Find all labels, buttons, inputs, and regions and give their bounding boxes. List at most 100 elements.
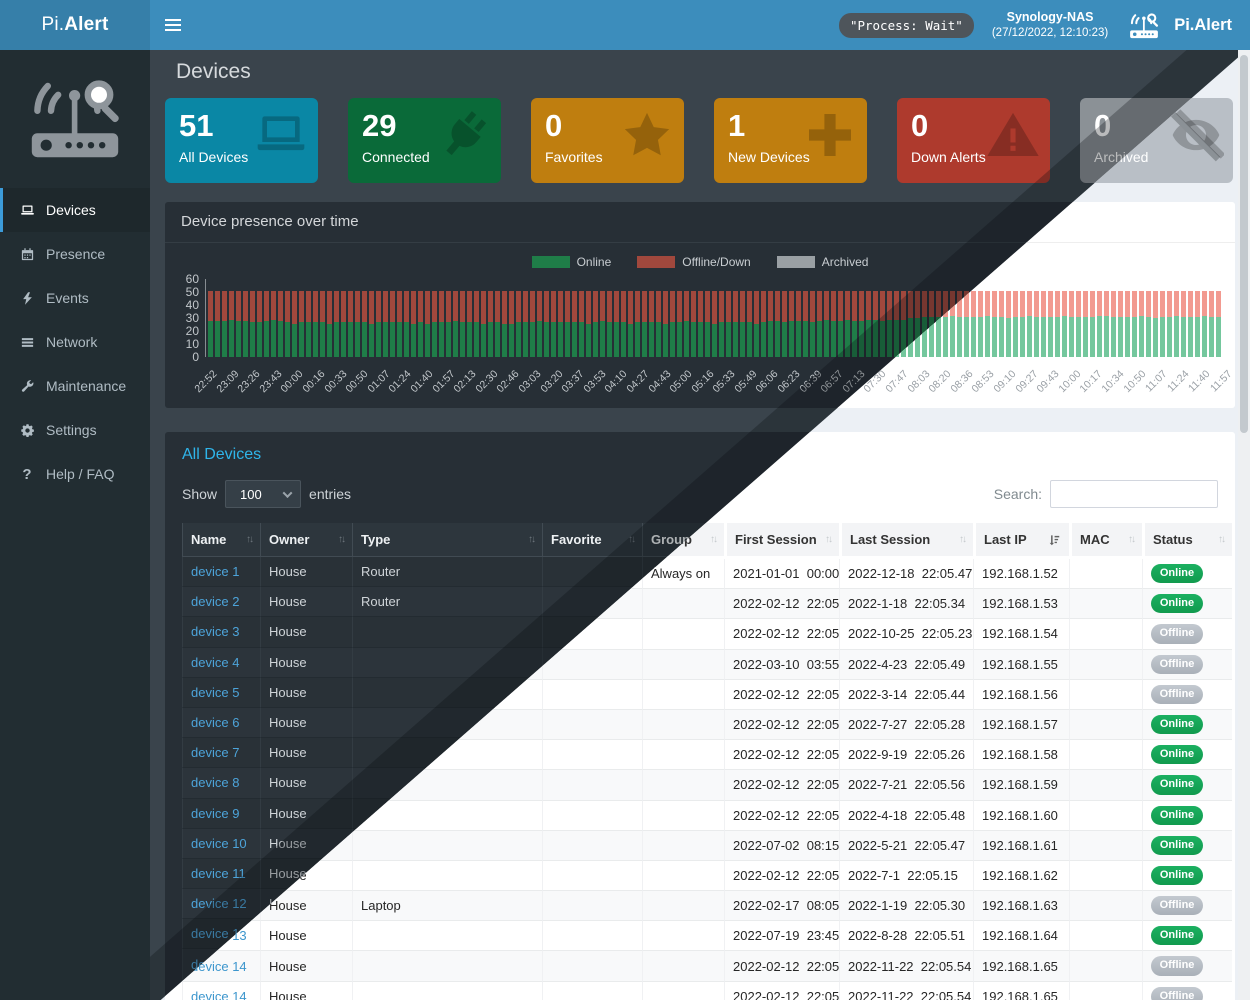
page-length-control: Show 100 entries	[182, 480, 351, 508]
chart-bar-offline-segment	[432, 291, 437, 322]
y-axis-tick: 20	[165, 324, 199, 338]
device-link[interactable]: device 9	[191, 806, 239, 821]
sidebar-item-help-faq[interactable]: ?Help / FAQ	[0, 452, 150, 496]
column-header-last-session[interactable]: Last Session↑↓	[839, 523, 973, 559]
device-link[interactable]: device 5	[191, 685, 239, 700]
sidebar-item-devices[interactable]: Devices	[0, 188, 150, 232]
card-favorites[interactable]: 0Favorites	[531, 98, 684, 183]
legend-item-archived: Archived	[777, 254, 869, 269]
column-header-name[interactable]: Name↑↓	[182, 523, 260, 557]
chart-bar	[614, 291, 619, 357]
scrollbar-thumb[interactable]	[1240, 55, 1248, 433]
chart-bar	[565, 291, 570, 357]
cell-group	[642, 861, 724, 891]
laptop-icon	[18, 203, 36, 218]
column-header-type[interactable]: Type↑↓	[352, 523, 542, 557]
device-link[interactable]: device 1	[191, 564, 239, 579]
device-link[interactable]: device 12	[191, 896, 247, 911]
legend-label: Archived	[822, 255, 869, 269]
card-new-devices[interactable]: 1New Devices	[714, 98, 867, 183]
app-title: Pi.Alert	[1174, 16, 1232, 35]
chart-bar-offline-segment	[817, 291, 822, 321]
table-row[interactable]: device 13House2022-07-19 23:452022-8-28 …	[182, 921, 1232, 951]
card-all-devices[interactable]: 51All Devices	[165, 98, 318, 183]
chart-bar-offline-segment	[698, 291, 703, 322]
sidebar-item-settings[interactable]: Settings	[0, 408, 150, 452]
chart-bar-offline-segment	[257, 291, 262, 322]
sidebar-item-network[interactable]: Network	[0, 320, 150, 364]
chart-bar-offline-segment	[859, 291, 864, 321]
cell-first_session: 2022-02-17 08:05	[724, 891, 839, 921]
chart-bar	[831, 291, 836, 357]
device-link[interactable]: device 2	[191, 594, 239, 609]
table-row[interactable]: device 11House2022-02-12 22:052022-7-1 2…	[182, 861, 1232, 891]
chart-bar	[418, 291, 423, 357]
column-header-first-session[interactable]: First Session↑↓	[724, 523, 839, 559]
cell-mac	[1069, 891, 1142, 921]
device-link[interactable]: device 4	[191, 655, 239, 670]
cell-status: Online	[1142, 831, 1232, 861]
cell-last_ip: 192.168.1.57	[973, 710, 1069, 740]
legend-label: Online	[577, 255, 612, 269]
chart-bar	[432, 291, 437, 357]
pialert-logo-icon	[0, 50, 150, 188]
brand-logo[interactable]: Pi.Alert	[0, 0, 150, 50]
device-link[interactable]: device 10	[191, 836, 247, 851]
column-header-status[interactable]: Status↑↓	[1142, 523, 1232, 559]
chart-bar	[1013, 291, 1018, 357]
sidebar-toggle-button[interactable]	[150, 0, 195, 50]
x-axis-label: 03:37	[560, 368, 587, 395]
table-row[interactable]: device 14House2022-02-12 22:052022-11-22…	[182, 982, 1232, 1000]
chart-bar-offline-segment	[1167, 291, 1172, 317]
chart-bar-offline-segment	[243, 291, 248, 321]
chart-bar	[649, 291, 654, 357]
device-link[interactable]: device 7	[191, 745, 239, 760]
sidebar-item-events[interactable]: Events	[0, 276, 150, 320]
page-length-select[interactable]: 100	[225, 480, 301, 508]
chart-bar-offline-segment	[334, 291, 339, 322]
device-link[interactable]: device 8	[191, 775, 239, 790]
table-row[interactable]: device 12HouseLaptop2022-02-17 08:052022…	[182, 891, 1232, 921]
x-axis-label: 23:26	[236, 368, 263, 395]
cell-group	[642, 650, 724, 680]
sidebar-item-label: Devices	[46, 202, 96, 218]
sidebar-item-presence[interactable]: Presence	[0, 232, 150, 276]
card-connected[interactable]: 29Connected	[348, 98, 501, 183]
chart-bar	[509, 291, 514, 357]
page-scrollbar[interactable]	[1238, 50, 1250, 1000]
cell-status: Offline	[1142, 650, 1232, 680]
x-axis-label: 11:57	[1208, 368, 1235, 395]
column-label: MAC	[1080, 532, 1128, 547]
column-header-owner[interactable]: Owner↑↓	[260, 523, 352, 557]
chart-bar	[1020, 291, 1025, 357]
device-link[interactable]: device 6	[191, 715, 239, 730]
cell-first_session: 2022-02-12 22:05	[724, 589, 839, 619]
chart-bar-offline-segment	[1076, 291, 1081, 317]
column-header-favorite[interactable]: Favorite↑↓	[542, 523, 642, 557]
chart-bar-offline-segment	[1118, 291, 1123, 317]
device-link[interactable]: device 11	[191, 866, 246, 881]
chart-bar-offline-segment	[768, 291, 773, 321]
chart-bar-offline-segment	[586, 291, 591, 324]
search-input[interactable]	[1050, 480, 1218, 508]
cell-favorite	[542, 740, 642, 770]
column-header-last-ip[interactable]: Last IP	[973, 523, 1069, 559]
card-down-alerts[interactable]: 0Down Alerts	[897, 98, 1050, 183]
cell-favorite	[542, 710, 642, 740]
column-header-mac[interactable]: MAC↑↓	[1069, 523, 1142, 559]
chart-bar-offline-segment	[1090, 291, 1095, 317]
chart-bar-offline-segment	[607, 291, 612, 322]
cell-first_session: 2022-02-12 22:05	[724, 982, 839, 1000]
sidebar-item-maintenance[interactable]: Maintenance	[0, 364, 150, 408]
cell-last_session: 2022-7-27 22:05.28	[839, 710, 973, 740]
cell-mac	[1069, 559, 1142, 589]
x-axis-label: 05:33	[711, 368, 738, 395]
chart-bar-offline-segment	[1195, 291, 1200, 317]
device-link[interactable]: device 3	[191, 624, 239, 639]
chart-bar	[229, 291, 234, 357]
chart-bar-offline-segment	[754, 291, 759, 324]
y-axis-tick: 60	[165, 272, 199, 286]
table-row[interactable]: device 14House2022-02-12 22:052022-11-22…	[182, 951, 1232, 981]
device-link[interactable]: device 14	[191, 989, 247, 1000]
sidebar: Devices PresenceEventsNetworkMaintenanceS…	[0, 50, 150, 1000]
